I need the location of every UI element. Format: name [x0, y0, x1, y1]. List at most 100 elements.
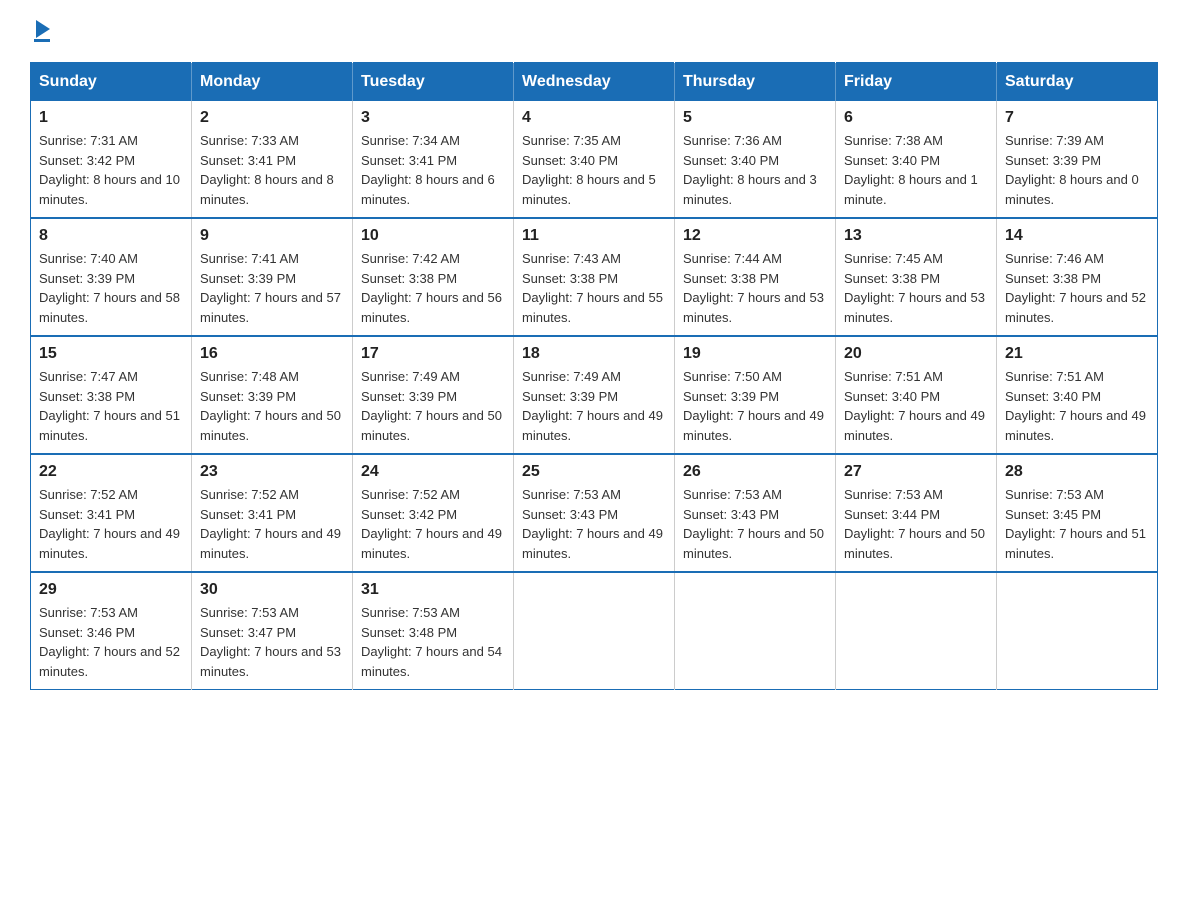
day-sun-info: Sunrise: 7:46 AMSunset: 3:38 PMDaylight:…: [1005, 249, 1149, 327]
calendar-day-cell: 9 Sunrise: 7:41 AMSunset: 3:39 PMDaylight…: [192, 218, 353, 336]
calendar-day-cell: 3 Sunrise: 7:34 AMSunset: 3:41 PMDaylight…: [353, 101, 514, 218]
day-number: 3: [361, 109, 505, 127]
day-sun-info: Sunrise: 7:52 AMSunset: 3:41 PMDaylight:…: [200, 485, 344, 563]
day-sun-info: Sunrise: 7:53 AMSunset: 3:47 PMDaylight:…: [200, 603, 344, 681]
day-sun-info: Sunrise: 7:34 AMSunset: 3:41 PMDaylight:…: [361, 131, 505, 209]
calendar-day-cell: 10 Sunrise: 7:42 AMSunset: 3:38 PMDayligh…: [353, 218, 514, 336]
calendar-day-cell: 23 Sunrise: 7:52 AMSunset: 3:41 PMDayligh…: [192, 454, 353, 572]
calendar-day-cell: 20Sunrise: 7:51 AMSunset: 3:40 PMDayligh…: [836, 336, 997, 454]
day-number: 18: [522, 345, 666, 363]
day-sun-info: Sunrise: 7:51 AMSunset: 3:40 PMDaylight:…: [1005, 367, 1149, 445]
day-number: 22: [39, 463, 183, 481]
day-number: 21: [1005, 345, 1149, 363]
day-number: 29: [39, 581, 183, 599]
day-sun-info: Sunrise: 7:53 AMSunset: 3:46 PMDaylight:…: [39, 603, 183, 681]
calendar-week-row: 8 Sunrise: 7:40 AMSunset: 3:39 PMDaylight…: [31, 218, 1158, 336]
header-thursday: Thursday: [675, 63, 836, 102]
day-sun-info: Sunrise: 7:47 AMSunset: 3:38 PMDaylight:…: [39, 367, 183, 445]
calendar-day-cell: 16Sunrise: 7:48 AMSunset: 3:39 PMDayligh…: [192, 336, 353, 454]
day-number: 17: [361, 345, 505, 363]
day-number: 28: [1005, 463, 1149, 481]
calendar-day-cell: 24 Sunrise: 7:52 AMSunset: 3:42 PMDayligh…: [353, 454, 514, 572]
day-sun-info: Sunrise: 7:40 AMSunset: 3:39 PMDaylight:…: [39, 249, 183, 327]
calendar-day-cell: 17 Sunrise: 7:49 AMSunset: 3:39 PMDayligh…: [353, 336, 514, 454]
day-sun-info: Sunrise: 7:38 AMSunset: 3:40 PMDaylight:…: [844, 131, 988, 209]
day-number: 24: [361, 463, 505, 481]
calendar-day-cell: [675, 572, 836, 690]
day-number: 11: [522, 227, 666, 245]
calendar-day-cell: 19 Sunrise: 7:50 AMSunset: 3:39 PMDayligh…: [675, 336, 836, 454]
logo-underline: [34, 39, 50, 42]
day-sun-info: Sunrise: 7:48 AMSunset: 3:39 PMDaylight:…: [200, 367, 344, 445]
calendar-day-cell: [514, 572, 675, 690]
logo: [30, 20, 50, 42]
calendar-day-cell: 12 Sunrise: 7:44 AMSunset: 3:38 PMDayligh…: [675, 218, 836, 336]
day-number: 12: [683, 227, 827, 245]
day-number: 19: [683, 345, 827, 363]
day-sun-info: Sunrise: 7:53 AMSunset: 3:45 PMDaylight:…: [1005, 485, 1149, 563]
calendar-day-cell: 26Sunrise: 7:53 AMSunset: 3:43 PMDayligh…: [675, 454, 836, 572]
calendar-day-cell: 22 Sunrise: 7:52 AMSunset: 3:41 PMDayligh…: [31, 454, 192, 572]
day-sun-info: Sunrise: 7:52 AMSunset: 3:42 PMDaylight:…: [361, 485, 505, 563]
day-sun-info: Sunrise: 7:53 AMSunset: 3:44 PMDaylight:…: [844, 485, 988, 563]
calendar-header: Sunday Monday Tuesday Wednesday Thursday…: [31, 63, 1158, 102]
day-number: 1: [39, 109, 183, 127]
day-number: 5: [683, 109, 827, 127]
header-saturday: Saturday: [997, 63, 1158, 102]
day-sun-info: Sunrise: 7:43 AMSunset: 3:38 PMDaylight:…: [522, 249, 666, 327]
day-sun-info: Sunrise: 7:53 AMSunset: 3:43 PMDaylight:…: [522, 485, 666, 563]
day-sun-info: Sunrise: 7:41 AMSunset: 3:39 PMDaylight:…: [200, 249, 344, 327]
day-number: 25: [522, 463, 666, 481]
weekday-header-row: Sunday Monday Tuesday Wednesday Thursday…: [31, 63, 1158, 102]
page-header: [30, 20, 1158, 42]
day-sun-info: Sunrise: 7:36 AMSunset: 3:40 PMDaylight:…: [683, 131, 827, 209]
day-sun-info: Sunrise: 7:39 AMSunset: 3:39 PMDaylight:…: [1005, 131, 1149, 209]
calendar-day-cell: [997, 572, 1158, 690]
day-number: 26: [683, 463, 827, 481]
header-wednesday: Wednesday: [514, 63, 675, 102]
calendar-day-cell: 8 Sunrise: 7:40 AMSunset: 3:39 PMDaylight…: [31, 218, 192, 336]
calendar-day-cell: 5 Sunrise: 7:36 AMSunset: 3:40 PMDaylight…: [675, 101, 836, 218]
logo-blue-section: [34, 20, 50, 42]
calendar-day-cell: 21 Sunrise: 7:51 AMSunset: 3:40 PMDayligh…: [997, 336, 1158, 454]
day-number: 6: [844, 109, 988, 127]
day-sun-info: Sunrise: 7:31 AMSunset: 3:42 PMDaylight:…: [39, 131, 183, 209]
day-sun-info: Sunrise: 7:44 AMSunset: 3:38 PMDaylight:…: [683, 249, 827, 327]
day-sun-info: Sunrise: 7:35 AMSunset: 3:40 PMDaylight:…: [522, 131, 666, 209]
calendar-day-cell: 14 Sunrise: 7:46 AMSunset: 3:38 PMDayligh…: [997, 218, 1158, 336]
calendar-day-cell: 28 Sunrise: 7:53 AMSunset: 3:45 PMDayligh…: [997, 454, 1158, 572]
calendar-day-cell: 15 Sunrise: 7:47 AMSunset: 3:38 PMDayligh…: [31, 336, 192, 454]
calendar-week-row: 1 Sunrise: 7:31 AMSunset: 3:42 PMDaylight…: [31, 101, 1158, 218]
day-number: 15: [39, 345, 183, 363]
calendar-week-row: 15 Sunrise: 7:47 AMSunset: 3:38 PMDayligh…: [31, 336, 1158, 454]
calendar-day-cell: 7Sunrise: 7:39 AMSunset: 3:39 PMDaylight…: [997, 101, 1158, 218]
day-sun-info: Sunrise: 7:42 AMSunset: 3:38 PMDaylight:…: [361, 249, 505, 327]
header-friday: Friday: [836, 63, 997, 102]
calendar-week-row: 29 Sunrise: 7:53 AMSunset: 3:46 PMDayligh…: [31, 572, 1158, 690]
day-sun-info: Sunrise: 7:33 AMSunset: 3:41 PMDaylight:…: [200, 131, 344, 209]
day-number: 14: [1005, 227, 1149, 245]
day-sun-info: Sunrise: 7:49 AMSunset: 3:39 PMDaylight:…: [522, 367, 666, 445]
calendar-day-cell: 31Sunrise: 7:53 AMSunset: 3:48 PMDayligh…: [353, 572, 514, 690]
calendar-table: Sunday Monday Tuesday Wednesday Thursday…: [30, 62, 1158, 690]
calendar-day-cell: 6 Sunrise: 7:38 AMSunset: 3:40 PMDaylight…: [836, 101, 997, 218]
day-sun-info: Sunrise: 7:52 AMSunset: 3:41 PMDaylight:…: [39, 485, 183, 563]
day-number: 8: [39, 227, 183, 245]
day-number: 9: [200, 227, 344, 245]
day-sun-info: Sunrise: 7:51 AMSunset: 3:40 PMDaylight:…: [844, 367, 988, 445]
day-number: 10: [361, 227, 505, 245]
calendar-day-cell: 2 Sunrise: 7:33 AMSunset: 3:41 PMDaylight…: [192, 101, 353, 218]
day-number: 4: [522, 109, 666, 127]
header-tuesday: Tuesday: [353, 63, 514, 102]
day-sun-info: Sunrise: 7:50 AMSunset: 3:39 PMDaylight:…: [683, 367, 827, 445]
day-number: 2: [200, 109, 344, 127]
day-sun-info: Sunrise: 7:53 AMSunset: 3:48 PMDaylight:…: [361, 603, 505, 681]
calendar-day-cell: 27Sunrise: 7:53 AMSunset: 3:44 PMDayligh…: [836, 454, 997, 572]
calendar-day-cell: [836, 572, 997, 690]
day-sun-info: Sunrise: 7:49 AMSunset: 3:39 PMDaylight:…: [361, 367, 505, 445]
header-sunday: Sunday: [31, 63, 192, 102]
day-sun-info: Sunrise: 7:45 AMSunset: 3:38 PMDaylight:…: [844, 249, 988, 327]
day-number: 23: [200, 463, 344, 481]
header-monday: Monday: [192, 63, 353, 102]
calendar-day-cell: 13Sunrise: 7:45 AMSunset: 3:38 PMDayligh…: [836, 218, 997, 336]
